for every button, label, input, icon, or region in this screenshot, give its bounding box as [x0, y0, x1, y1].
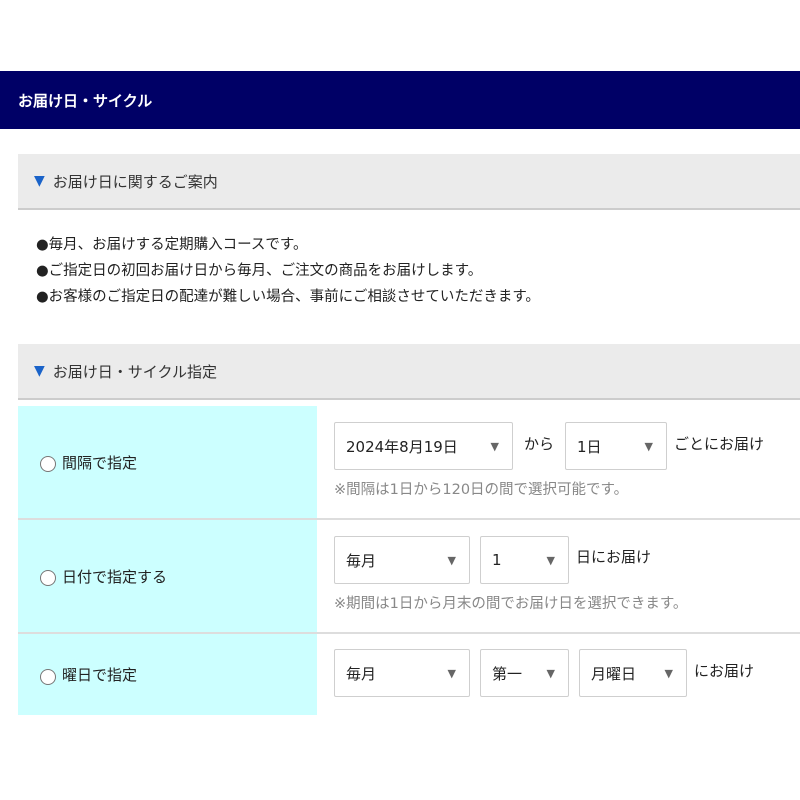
triangle-down-icon: ▼: [34, 173, 45, 189]
day-of-week-value: 月曜日: [591, 664, 637, 683]
day-value: 1: [492, 551, 502, 569]
weekday-frequency-select[interactable]: 毎月 ▼: [334, 649, 470, 697]
guide-line: ●お客様のご指定日の配達が難しい場合、事前にご相談させていただきます。: [36, 289, 540, 305]
triangle-down-icon: ▼: [34, 363, 45, 379]
date-radio[interactable]: [40, 570, 56, 586]
chevron-down-icon: ▼: [447, 666, 456, 680]
interval-value: 1日: [577, 437, 602, 456]
guide-section-header: ▼ お届け日に関するご案内: [18, 154, 800, 210]
weekday-suffix: にお届け: [694, 662, 755, 680]
cycle-section-title: お届け日・サイクル指定: [52, 362, 218, 381]
chevron-down-icon: ▼: [644, 439, 653, 453]
guide-line: ●毎月、お届けする定期購入コースです。: [36, 237, 308, 253]
guide-line: ●ご指定日の初回お届け日から毎月、ご注文の商品をお届けします。: [36, 263, 483, 279]
date-frequency-select[interactable]: 毎月 ▼: [334, 536, 470, 584]
start-date-select[interactable]: 2024年8月19日 ▼: [334, 422, 513, 470]
weekday-frequency-value: 毎月: [346, 664, 377, 683]
date-frequency-value: 毎月: [346, 551, 377, 570]
page-header: お届け日・サイクル: [0, 71, 800, 129]
day-select[interactable]: 1 ▼: [480, 536, 569, 584]
date-note: ※期間は1日から月末の間でお届け日を選択できます。: [334, 596, 688, 612]
chevron-down-icon: ▼: [664, 666, 673, 680]
interval-suffix: ごとにお届け: [674, 435, 765, 453]
weekday-radio[interactable]: [40, 668, 56, 685]
page-title: お届け日・サイクル: [18, 91, 153, 110]
cycle-section-header: ▼ お届け日・サイクル指定: [18, 344, 800, 400]
weekday-label: 曜日で指定: [62, 666, 138, 684]
interval-select[interactable]: 1日 ▼: [565, 422, 667, 470]
option-date[interactable]: 日付で指定する: [18, 520, 317, 632]
chevron-down-icon: ▼: [546, 666, 555, 680]
week-value: 第一: [492, 664, 523, 683]
option-weekday[interactable]: 曜日で指定: [18, 634, 317, 715]
start-date-value: 2024年8月19日: [346, 437, 458, 456]
chevron-down-icon: ▼: [546, 553, 555, 567]
interval-radio[interactable]: [40, 456, 56, 472]
interval-note: ※間隔は1日から120日の間で選択可能です。: [334, 482, 629, 498]
option-interval[interactable]: 間隔で指定: [18, 406, 317, 518]
chevron-down-icon: ▼: [447, 553, 456, 567]
from-text: から: [524, 435, 555, 453]
date-label: 日付で指定する: [62, 567, 168, 586]
guide-info: ●毎月、お届けする定期購入コースです。 ●ご指定日の初回お届け日から毎月、ご注文…: [36, 232, 540, 310]
date-suffix: 日にお届け: [576, 548, 652, 566]
week-select[interactable]: 第一 ▼: [480, 649, 569, 697]
day-of-week-select[interactable]: 月曜日 ▼: [579, 649, 687, 697]
chevron-down-icon: ▼: [490, 439, 499, 453]
guide-section-title: お届け日に関するご案内: [52, 172, 218, 191]
interval-label: 間隔で指定: [62, 453, 138, 472]
